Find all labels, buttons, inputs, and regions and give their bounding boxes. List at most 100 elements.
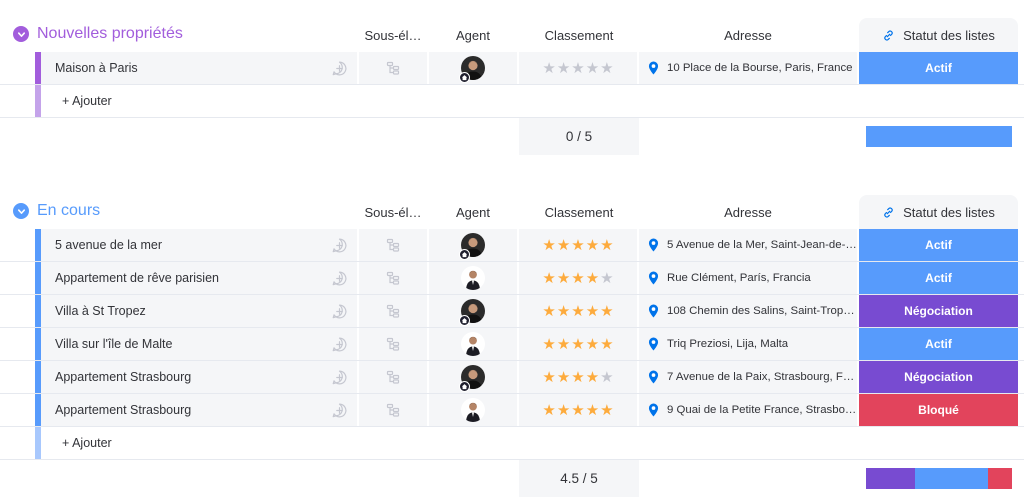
add-update-icon[interactable] (321, 295, 357, 327)
status-distribution-bar[interactable] (866, 468, 1012, 489)
rating-cell[interactable]: ★ ★ ★ ★ ★ (519, 229, 637, 261)
star-icon[interactable]: ★ (571, 337, 584, 352)
avatar[interactable] (461, 266, 485, 290)
add-item-label[interactable]: + Ajouter (62, 427, 112, 459)
subitems-cell[interactable] (359, 52, 427, 84)
star-icon[interactable]: ★ (571, 403, 584, 418)
star-icon[interactable]: ★ (586, 61, 599, 76)
address-cell[interactable]: 108 Chemin des Salins, Saint-Trope… (639, 295, 857, 327)
rating-cell[interactable]: ★ ★ ★ ★ ★ (519, 328, 637, 360)
subitems-cell[interactable] (359, 361, 427, 393)
item-name[interactable]: Appartement Strasbourg (55, 370, 191, 384)
star-icon[interactable]: ★ (571, 61, 584, 76)
subitems-cell[interactable] (359, 328, 427, 360)
item-name-cell[interactable]: Appartement de rêve parisien (41, 262, 357, 294)
add-update-icon[interactable] (321, 262, 357, 294)
column-header-agent[interactable]: Agent (429, 18, 517, 52)
add-update-icon[interactable] (321, 394, 357, 426)
star-icon[interactable]: ★ (542, 61, 555, 76)
avatar[interactable] (459, 299, 485, 326)
star-icon[interactable]: ★ (542, 370, 555, 385)
column-header-rating[interactable]: Classement (519, 18, 639, 52)
subitems-cell[interactable] (359, 295, 427, 327)
star-icon[interactable]: ★ (571, 370, 584, 385)
address-cell[interactable]: Rue Clément, París, Francia (639, 262, 857, 294)
address-cell[interactable]: 5 Avenue de la Mer, Saint-Jean-de-… (639, 229, 857, 261)
status-cell[interactable]: Actif (859, 328, 1018, 360)
avatar[interactable] (461, 332, 485, 356)
rating-cell[interactable]: ★ ★ ★ ★ ★ (519, 295, 637, 327)
status-cell[interactable]: Actif (859, 229, 1018, 261)
star-icon[interactable]: ★ (586, 238, 599, 253)
star-icon[interactable]: ★ (586, 271, 599, 286)
rating-cell[interactable]: ★ ★ ★ ★ ★ (519, 262, 637, 294)
collapse-chevron-icon[interactable] (13, 26, 29, 42)
add-update-icon[interactable] (321, 229, 357, 261)
avatar[interactable] (459, 365, 485, 392)
star-icon[interactable]: ★ (557, 337, 570, 352)
star-icon[interactable]: ★ (571, 238, 584, 253)
avatar[interactable] (459, 233, 485, 260)
star-icon[interactable]: ★ (600, 337, 613, 352)
table-row[interactable]: Maison à Paris ★ ★ ★ ★ ★ 10 Place de la Bourse… (0, 52, 1024, 85)
star-icon[interactable]: ★ (542, 337, 555, 352)
star-icon[interactable]: ★ (586, 403, 599, 418)
item-name-cell[interactable]: Appartement Strasbourg (41, 394, 357, 426)
star-icon[interactable]: ★ (600, 61, 613, 76)
status-cell[interactable]: Bloqué (859, 394, 1018, 426)
column-header-address[interactable]: Adresse (639, 18, 857, 52)
star-icon[interactable]: ★ (557, 403, 570, 418)
column-header-status[interactable]: Statut des listes (859, 195, 1018, 229)
status-cell[interactable]: Négociation (859, 295, 1018, 327)
group-title[interactable]: Nouvelles propriétés (13, 25, 183, 43)
column-header-status[interactable]: Statut des listes (859, 18, 1018, 52)
star-icon[interactable]: ★ (542, 304, 555, 319)
star-icon[interactable]: ★ (586, 337, 599, 352)
add-update-icon[interactable] (321, 52, 357, 84)
star-icon[interactable]: ★ (600, 271, 613, 286)
star-icon[interactable]: ★ (542, 403, 555, 418)
star-icon[interactable]: ★ (600, 370, 613, 385)
address-cell[interactable]: 10 Place de la Bourse, Paris, France (639, 52, 857, 84)
status-distribution-bar[interactable] (866, 126, 1012, 147)
rating-cell[interactable]: ★ ★ ★ ★ ★ (519, 361, 637, 393)
star-icon[interactable]: ★ (571, 304, 584, 319)
add-item-row[interactable]: + Ajouter (0, 427, 1024, 460)
item-name-cell[interactable]: Appartement Strasbourg (41, 361, 357, 393)
table-row[interactable]: Villa à St Tropez ★ ★ ★ ★ ★ 108 Chemin des Sal… (0, 295, 1024, 328)
column-header-address[interactable]: Adresse (639, 195, 857, 229)
star-icon[interactable]: ★ (557, 304, 570, 319)
star-icon[interactable]: ★ (557, 271, 570, 286)
rating-cell[interactable]: ★ ★ ★ ★ ★ (519, 394, 637, 426)
agent-cell[interactable] (429, 328, 517, 360)
star-icon[interactable]: ★ (600, 238, 613, 253)
add-update-icon[interactable] (321, 328, 357, 360)
column-header-subitems[interactable]: Sous-él… (359, 18, 427, 52)
table-row[interactable]: Appartement Strasbourg ★ ★ ★ ★ ★ 9 Quai de la … (0, 394, 1024, 427)
item-name-cell[interactable]: Villa sur l'île de Malte (41, 328, 357, 360)
table-row[interactable]: Villa sur l'île de Malte ★ ★ ★ ★ ★ Triq Prezio… (0, 328, 1024, 361)
star-icon[interactable]: ★ (600, 403, 613, 418)
star-icon[interactable]: ★ (586, 304, 599, 319)
item-name-cell[interactable]: Maison à Paris (41, 52, 357, 84)
status-cell[interactable]: Actif (859, 262, 1018, 294)
column-header-agent[interactable]: Agent (429, 195, 517, 229)
group-title[interactable]: En cours (13, 202, 100, 220)
agent-cell[interactable] (429, 262, 517, 294)
agent-cell[interactable] (429, 394, 517, 426)
collapse-chevron-icon[interactable] (13, 203, 29, 219)
agent-cell[interactable] (429, 361, 517, 393)
item-name[interactable]: Maison à Paris (55, 61, 138, 75)
item-name[interactable]: Appartement Strasbourg (55, 403, 191, 417)
column-header-subitems[interactable]: Sous-él… (359, 195, 427, 229)
status-cell[interactable]: Actif (859, 52, 1018, 84)
item-name[interactable]: Villa à St Tropez (55, 304, 146, 318)
add-update-icon[interactable] (321, 361, 357, 393)
item-name-cell[interactable]: 5 avenue de la mer (41, 229, 357, 261)
item-name[interactable]: 5 avenue de la mer (55, 238, 162, 252)
agent-cell[interactable] (429, 52, 517, 84)
column-header-rating[interactable]: Classement (519, 195, 639, 229)
address-cell[interactable]: 7 Avenue de la Paix, Strasbourg, Fr… (639, 361, 857, 393)
star-icon[interactable]: ★ (542, 271, 555, 286)
item-name[interactable]: Villa sur l'île de Malte (55, 337, 173, 351)
